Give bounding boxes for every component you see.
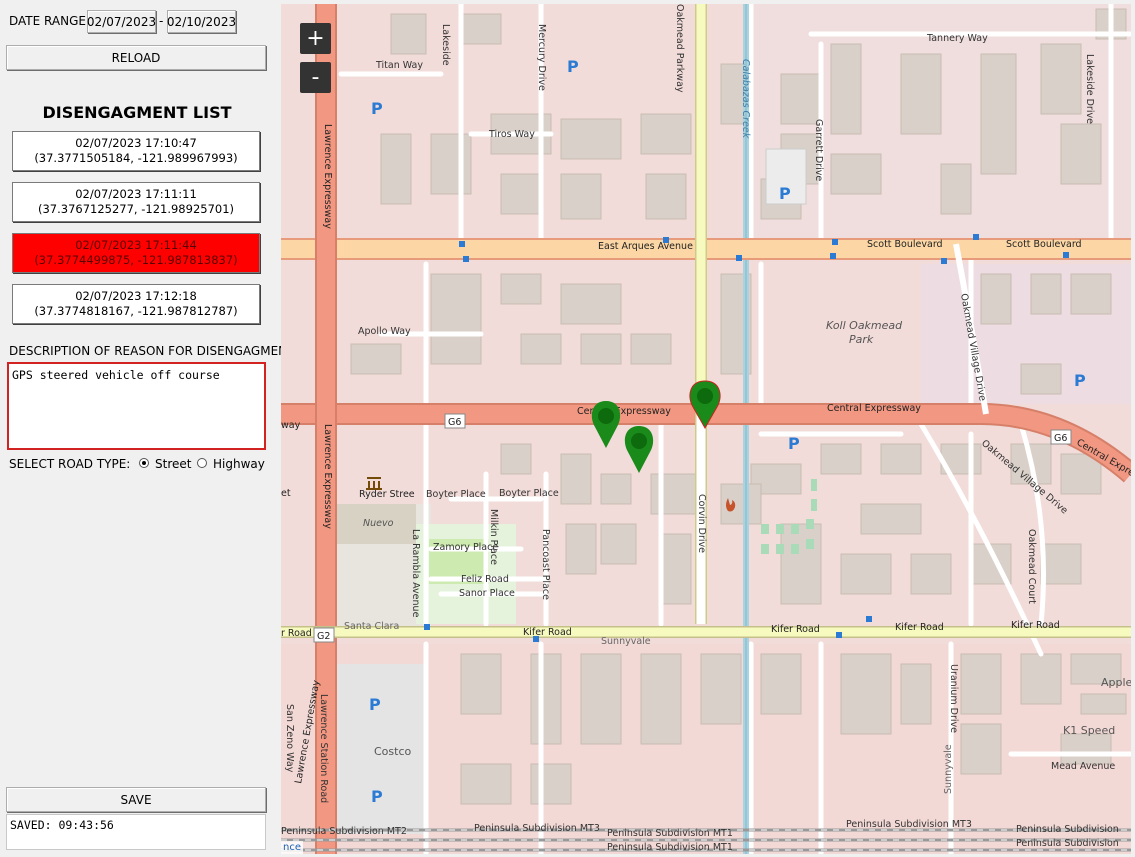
street-label: Garrett Drive: [813, 119, 824, 181]
street-radio-label[interactable]: Street: [155, 457, 191, 471]
start-date-field[interactable]: 02/07/2023: [87, 10, 156, 33]
route-shield: G2: [317, 631, 330, 642]
parking-icon: P: [371, 787, 383, 806]
save-status: SAVED: 09:43:56: [6, 814, 266, 850]
street-label: Kifer Road: [1011, 620, 1060, 631]
parking-icon: P: [567, 57, 579, 76]
rail-label: Peninsula Subdivision MT3: [846, 819, 972, 830]
control-panel: DATE RANGE: 02/07/2023 - 02/10/2023 RELO…: [0, 0, 294, 857]
street-label: Scott Boulevard: [867, 239, 943, 250]
entry-time: 02/07/2023 17:11:44: [75, 238, 197, 252]
street-label: way: [281, 420, 301, 431]
street-label: Oakmead Parkway: [674, 4, 685, 93]
rail-label: Peninsula Subdivision MT2: [281, 826, 407, 837]
route-shield: G6: [1054, 433, 1067, 444]
street-label: Mead Avenue: [1051, 761, 1115, 772]
disengagement-entry[interactable]: 02/07/2023 17:12:18 (37.3774818167, -121…: [12, 284, 260, 324]
save-button[interactable]: SAVE: [6, 787, 266, 812]
street-label: Zamory Place: [433, 542, 498, 553]
street-label: Mercury Drive: [536, 24, 547, 91]
zoom-in-button[interactable]: +: [300, 23, 331, 54]
street-label: Feliz Road: [461, 574, 509, 585]
description-textarea[interactable]: GPS steered vehicle off course: [7, 362, 266, 450]
street-radio[interactable]: [139, 458, 149, 468]
waterway-label: Calabazas Creek: [740, 59, 751, 139]
rail-label: Peninsula Subdivision MT1: [607, 828, 733, 839]
entry-coords: (37.3774818167, -121.987812787): [34, 304, 238, 318]
end-date-field[interactable]: 02/10/2023: [167, 10, 236, 33]
street-label: r Road: [281, 628, 312, 639]
city-label: Santa Clara: [344, 621, 399, 632]
entry-coords: (37.3771505184, -121.989967993): [34, 151, 238, 165]
poi-label: Costco: [374, 745, 412, 758]
street-label: Ryder Stree: [359, 489, 415, 500]
street-label: Lawrence Expressway: [322, 124, 333, 229]
street-label: Kifer Road: [895, 622, 944, 633]
street-label: Central Expressway: [827, 403, 921, 414]
poi-label: Apple: [1101, 676, 1131, 689]
street-label: East Arques Avenue: [598, 241, 693, 252]
disengagement-list-title: DISENGAGMENT LIST: [42, 103, 232, 122]
street-label: Apollo Way: [358, 326, 411, 337]
area-label: Nuevo: [363, 518, 394, 529]
reload-button[interactable]: RELOAD: [6, 45, 266, 70]
street-label: Lawrence Expressway: [322, 424, 333, 529]
street-label: Oakmead Court: [1026, 529, 1037, 604]
park-label: Park: [849, 333, 874, 346]
street-label: Tannery Way: [926, 33, 988, 44]
zoom-out-button[interactable]: -: [300, 62, 331, 93]
park-label: Koll Oakmead: [826, 319, 903, 332]
street-label: Central Expressway: [577, 406, 671, 417]
street-label: Uranium Drive: [948, 664, 959, 733]
street-label: Tiros Way: [488, 129, 535, 140]
date-range-label: DATE RANGE:: [9, 14, 90, 28]
disengagement-entry[interactable]: 02/07/2023 17:10:47 (37.3771505184, -121…: [12, 131, 260, 171]
street-label: Corvin Drive: [696, 494, 707, 553]
rail-label: Peninsula Subdivision: [1016, 824, 1119, 835]
street-label: Kifer Road: [523, 627, 572, 638]
city-label: Sunnyvale: [943, 744, 954, 794]
poi-label: K1 Speed: [1063, 724, 1115, 737]
date-separator: -: [159, 14, 164, 28]
entry-coords: (37.3767125277, -121.98925701): [37, 202, 235, 216]
entry-time: 02/07/2023 17:12:18: [75, 289, 197, 303]
rail-label: Peninsula Subdivision: [1016, 838, 1119, 849]
street-label: Boyter Place: [426, 489, 486, 500]
parking-icon: P: [788, 434, 800, 453]
map-view[interactable]: P P P P P P P G6 G6 G2 Titan Way Tiros W…: [281, 4, 1131, 854]
city-label: Sunnyvale: [601, 636, 651, 647]
street-label: San Zeno Way: [284, 704, 295, 773]
parking-icon: P: [779, 184, 791, 203]
road-type-label: SELECT ROAD TYPE:: [9, 457, 131, 471]
highway-radio[interactable]: [197, 458, 207, 468]
street-label: Titan Way: [375, 60, 423, 71]
route-shield: G6: [448, 417, 461, 428]
map-canvas[interactable]: P P P P P P P G6 G6 G2 Titan Way Tiros W…: [281, 4, 1131, 854]
street-label: Lakeside Drive: [1084, 54, 1095, 124]
entry-coords: (37.3774499875, -121.987813837): [34, 253, 238, 267]
highway-radio-label[interactable]: Highway: [213, 457, 265, 471]
street-label: Milkin Place: [488, 509, 499, 565]
entry-time: 02/07/2023 17:11:11: [75, 187, 197, 201]
street-label: Pancoast Place: [540, 529, 551, 600]
street-label: Boyter Place: [499, 488, 559, 499]
street-label: Kifer Road: [771, 624, 820, 635]
description-label: DESCRIPTION OF REASON FOR DISENGAGMENT: [9, 344, 295, 358]
parking-icon: P: [369, 695, 381, 714]
street-label: Lakeside: [440, 24, 451, 66]
street-label: Sanor Place: [459, 588, 515, 599]
street-label: Scott Boulevard: [1006, 239, 1082, 250]
entry-time: 02/07/2023 17:10:47: [75, 136, 197, 150]
street-label: La Rambla Avenue: [410, 529, 421, 618]
disengagement-entry[interactable]: 02/07/2023 17:11:11 (37.3767125277, -121…: [12, 182, 260, 222]
disengagement-entry-selected[interactable]: 02/07/2023 17:11:44 (37.3774499875, -121…: [12, 233, 260, 273]
parking-icon: P: [371, 99, 383, 118]
street-label: Lawrence Station Road: [318, 694, 329, 803]
map-attribution[interactable]: nce: [281, 841, 303, 854]
street-label: et: [281, 488, 291, 499]
parking-icon: P: [1074, 371, 1086, 390]
rail-label: Peninsula Subdivision MT1: [607, 842, 733, 853]
museum-icon: [366, 477, 382, 490]
rail-label: Peninsula Subdivision MT3: [474, 823, 600, 834]
